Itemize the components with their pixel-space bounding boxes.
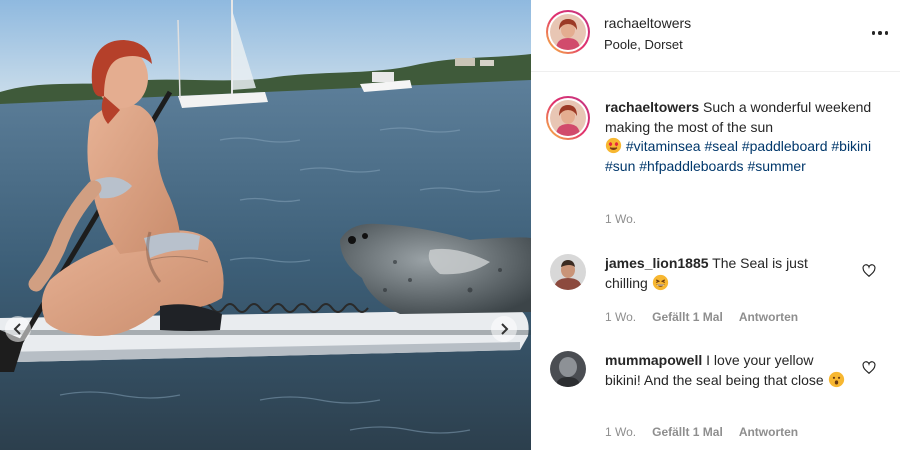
next-photo-button[interactable] [491, 316, 517, 342]
caption-username[interactable]: rachaeltowers [605, 99, 699, 115]
comment-likes[interactable]: Gefällt 1 Mal [652, 425, 723, 439]
hashtag-link[interactable]: #sun [605, 158, 635, 174]
author-avatar[interactable] [546, 10, 590, 54]
previous-photo-button[interactable] [5, 316, 31, 342]
hashtag-link[interactable]: #hfpaddleboards [639, 158, 743, 174]
reply-button[interactable]: Antworten [739, 425, 798, 439]
grinning-squinting-face-icon [652, 274, 668, 290]
chevron-left-icon [13, 323, 21, 335]
profile-picture [550, 14, 586, 50]
comment-likes[interactable]: Gefällt 1 Mal [652, 310, 723, 324]
comment-meta: 1 Wo. Gefällt 1 Mal Antworten [605, 310, 798, 324]
hashtag-link[interactable]: #seal [704, 138, 737, 154]
comment-timestamp[interactable]: 1 Wo. [605, 425, 636, 439]
more-dot [878, 31, 882, 35]
comment-text: james_lion1885 The Seal is just chilling [605, 254, 850, 293]
hashtag-link[interactable]: #bikini [831, 138, 871, 154]
caption-timestamp[interactable]: 1 Wo. [605, 212, 636, 226]
post-location[interactable]: Poole, Dorset [604, 37, 683, 52]
more-horizontal-icon [871, 31, 876, 35]
profile-picture [550, 254, 586, 290]
comment-username[interactable]: james_lion1885 [605, 255, 709, 271]
profile-picture [550, 100, 586, 136]
comment-timestamp[interactable]: 1 Wo. [605, 310, 636, 324]
more-options-button[interactable] [868, 24, 892, 42]
chevron-right-icon [501, 323, 509, 335]
profile-picture [550, 351, 586, 387]
post-photo[interactable] [0, 0, 531, 450]
smiling-face-with-heart-eyes-icon [605, 137, 622, 154]
commenter-avatar[interactable] [550, 351, 586, 387]
like-comment-heart-icon[interactable] [862, 264, 876, 278]
comment-meta: 1 Wo. Gefällt 1 Mal Antworten [605, 425, 798, 439]
reply-button[interactable]: Antworten [739, 310, 798, 324]
hashtag-link[interactable]: #vitaminsea [626, 138, 701, 154]
caption-avatar[interactable] [546, 96, 590, 140]
author-username[interactable]: rachaeltowers [604, 15, 691, 31]
hashtag-link[interactable]: #paddleboard [742, 138, 828, 154]
hushed-face-icon [828, 371, 844, 387]
caption-text: rachaeltowers Such a wonderful weekend m… [605, 98, 875, 176]
post-details-panel: rachaeltowers Poole, Dorset rachaeltower… [531, 0, 900, 450]
commenter-avatar[interactable] [550, 254, 586, 290]
like-comment-heart-icon[interactable] [862, 361, 876, 375]
comment-username[interactable]: mummapowell [605, 352, 702, 368]
comment-text: mummapowell I love your yellow bikini! A… [605, 351, 850, 390]
more-dot [884, 31, 889, 35]
post-header: rachaeltowers Poole, Dorset [531, 0, 900, 72]
hashtag-link[interactable]: #summer [747, 158, 805, 174]
paddleboard-seal-photo [0, 0, 531, 450]
